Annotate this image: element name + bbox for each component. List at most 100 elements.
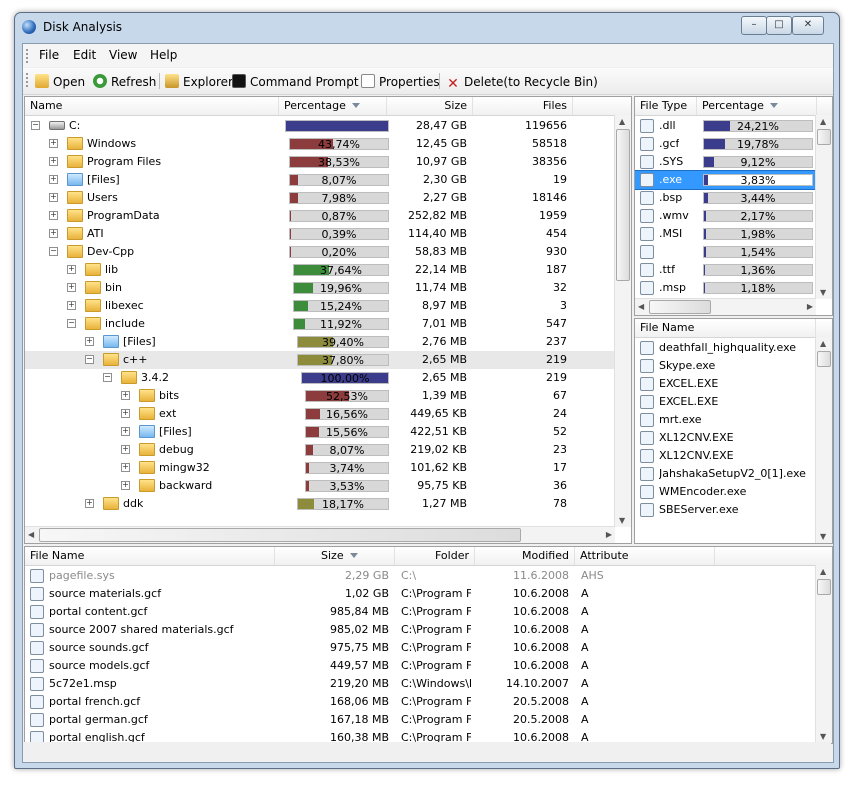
file-row[interactable]: portal content.gcf 985,84 MB C:\Program Fi… <box>25 603 815 621</box>
tree-row[interactable]: + backward 3,53% 95,75 KB 36 <box>25 477 615 495</box>
expand-icon[interactable]: + <box>67 301 76 310</box>
expand-icon[interactable]: + <box>49 229 58 238</box>
file-name-row[interactable]: WMEncoder.exe <box>635 483 816 501</box>
tree-vscroll-thumb[interactable] <box>616 129 630 281</box>
expand-icon[interactable]: + <box>67 283 76 292</box>
tree-row[interactable]: + libexec 15,24% 8,97 MB 3 <box>25 297 615 315</box>
tree-row[interactable]: − Dev-Cpp 0,20% 58,83 MB 930 <box>25 243 615 261</box>
refresh-button[interactable]: Refresh <box>93 73 156 91</box>
names-vscroll-thumb[interactable] <box>817 351 831 367</box>
column-size[interactable]: Size <box>387 97 473 115</box>
tree-row[interactable]: + ext 16,56% 449,65 KB 24 <box>25 405 615 423</box>
file-type-row[interactable]: .dll 24,21% <box>635 117 816 135</box>
tree-row[interactable]: + Users 7,98% 2,27 GB 18146 <box>25 189 615 207</box>
types-hscroll-thumb[interactable] <box>649 300 711 314</box>
types-vertical-scrollbar[interactable]: ▲ ▼ <box>815 115 832 299</box>
collapse-icon[interactable]: − <box>67 319 76 328</box>
menu-edit[interactable]: Edit <box>73 48 96 62</box>
column-modified[interactable]: Modified <box>475 547 575 565</box>
column-attribute[interactable]: Attribute <box>575 547 715 565</box>
column-percentage[interactable]: Percentage <box>279 97 387 115</box>
file-type-row[interactable]: .ttf 1,36% <box>635 261 816 279</box>
title-bar[interactable]: Disk Analysis – □ ✕ <box>15 13 839 43</box>
file-row[interactable]: source materials.gcf 1,02 GB C:\Program Fi… <box>25 585 815 603</box>
file-name-row[interactable]: SBEServer.exe <box>635 501 816 519</box>
collapse-icon[interactable]: − <box>49 247 58 256</box>
scroll-up-icon[interactable]: ▲ <box>820 117 826 126</box>
open-button[interactable]: Open <box>35 73 85 91</box>
expand-icon[interactable]: + <box>49 211 58 220</box>
expand-icon[interactable]: + <box>85 337 94 346</box>
file-row[interactable]: pagefile.sys 2,29 GB C:\ 11.6.2008 AHS <box>25 567 815 585</box>
tree-row[interactable]: − include 11,92% 7,01 MB 547 <box>25 315 615 333</box>
tree-row[interactable]: + [Files] 8,07% 2,30 GB 19 <box>25 171 615 189</box>
file-name-row[interactable]: XL12CNV.EXE <box>635 447 816 465</box>
files-vertical-scrollbar[interactable]: ▲ ▼ <box>815 565 832 743</box>
types-horizontal-scrollbar[interactable]: ◀ ▶ <box>635 298 816 315</box>
tree-row[interactable]: + [Files] 15,56% 422,51 KB 52 <box>25 423 615 441</box>
file-type-row[interactable]: .msp 1,18% <box>635 279 816 297</box>
tree-hscroll-thumb[interactable] <box>39 528 521 542</box>
file-name-row[interactable]: XL12CNV.EXE <box>635 429 816 447</box>
tree-row[interactable]: + ProgramData 0,87% 252,82 MB 1959 <box>25 207 615 225</box>
expand-icon[interactable]: + <box>121 445 130 454</box>
tree-row[interactable]: − c++ 37,80% 2,65 MB 219 <box>25 351 615 369</box>
column-file-size[interactable]: Size <box>275 547 395 565</box>
expand-icon[interactable]: + <box>121 481 130 490</box>
collapse-icon[interactable]: − <box>31 121 40 130</box>
column-folder[interactable]: Folder <box>395 547 475 565</box>
names-vertical-scrollbar[interactable]: ▲ ▼ <box>815 337 832 543</box>
scroll-up-icon[interactable]: ▲ <box>820 339 826 348</box>
file-type-row[interactable]: .MSI 1,98% <box>635 225 816 243</box>
tree-row[interactable]: + ddk 18,17% 1,27 MB 78 <box>25 495 615 513</box>
menu-view[interactable]: View <box>109 48 137 62</box>
column-file-name[interactable]: File Name <box>635 319 816 337</box>
tree-row[interactable]: + mingw32 3,74% 101,62 KB 17 <box>25 459 615 477</box>
scroll-left-icon[interactable]: ◀ <box>28 530 34 539</box>
menu-file[interactable]: File <box>39 48 59 62</box>
file-name-row[interactable]: EXCEL.EXE <box>635 375 816 393</box>
tree-row[interactable]: + bits 52,53% 1,39 MB 67 <box>25 387 615 405</box>
scroll-right-icon[interactable]: ▶ <box>606 530 612 539</box>
column-file-name[interactable]: File Name <box>25 547 275 565</box>
tree-row[interactable]: + lib 37,64% 22,14 MB 187 <box>25 261 615 279</box>
expand-icon[interactable]: + <box>121 409 130 418</box>
collapse-icon[interactable]: − <box>103 373 112 382</box>
file-type-row[interactable]: .SYS 9,12% <box>635 153 816 171</box>
file-row[interactable]: portal french.gcf 168,06 MB C:\Program Fil… <box>25 693 815 711</box>
tree-row[interactable]: − C: 28,47 GB 119656 <box>25 117 615 135</box>
expand-icon[interactable]: + <box>49 157 58 166</box>
file-name-row[interactable]: Skype.exe <box>635 357 816 375</box>
expand-icon[interactable]: + <box>121 463 130 472</box>
file-type-row[interactable]: .gcf 19,78% <box>635 135 816 153</box>
expand-icon[interactable]: + <box>85 499 94 508</box>
column-files[interactable]: Files <box>473 97 573 115</box>
expand-icon[interactable]: + <box>121 391 130 400</box>
scroll-down-icon[interactable]: ▼ <box>820 732 826 741</box>
scroll-left-icon[interactable]: ◀ <box>638 302 644 311</box>
file-name-row[interactable]: deathfall_highquality.exe <box>635 339 816 357</box>
command-prompt-button[interactable]: Command Prompt <box>232 73 359 91</box>
tree-horizontal-scrollbar[interactable]: ◀ ▶ <box>25 526 615 543</box>
collapse-icon[interactable]: − <box>85 355 94 364</box>
expand-icon[interactable]: + <box>49 193 58 202</box>
expand-icon[interactable]: + <box>121 427 130 436</box>
tree-row[interactable]: + ATI 0,39% 114,40 MB 454 <box>25 225 615 243</box>
expand-icon[interactable]: + <box>49 175 58 184</box>
tree-row[interactable]: + [Files] 39,40% 2,76 MB 237 <box>25 333 615 351</box>
tree-row[interactable]: + Windows 43,74% 12,45 GB 58518 <box>25 135 615 153</box>
column-file-type[interactable]: File Type <box>635 97 697 115</box>
column-type-percentage[interactable]: Percentage <box>697 97 817 115</box>
files-vscroll-thumb[interactable] <box>817 579 831 595</box>
explorer-button[interactable]: Explorer <box>165 73 233 91</box>
menu-help[interactable]: Help <box>150 48 177 62</box>
largest-files-pane[interactable]: File Name deathfall_highquality.exe Skype… <box>634 318 833 544</box>
file-type-row[interactable]: .bsp 3,44% <box>635 189 816 207</box>
scroll-up-icon[interactable]: ▲ <box>820 567 826 576</box>
directory-tree-pane[interactable]: Name Percentage Size Files − C: 28,47 GB 11… <box>24 96 632 544</box>
file-name-row[interactable]: EXCEL.EXE <box>635 393 816 411</box>
scroll-up-icon[interactable]: ▲ <box>619 117 625 126</box>
maximize-button[interactable]: □ <box>766 16 792 35</box>
file-row[interactable]: source models.gcf 449,57 MB C:\Program Fil… <box>25 657 815 675</box>
scroll-down-icon[interactable]: ▼ <box>820 288 826 297</box>
